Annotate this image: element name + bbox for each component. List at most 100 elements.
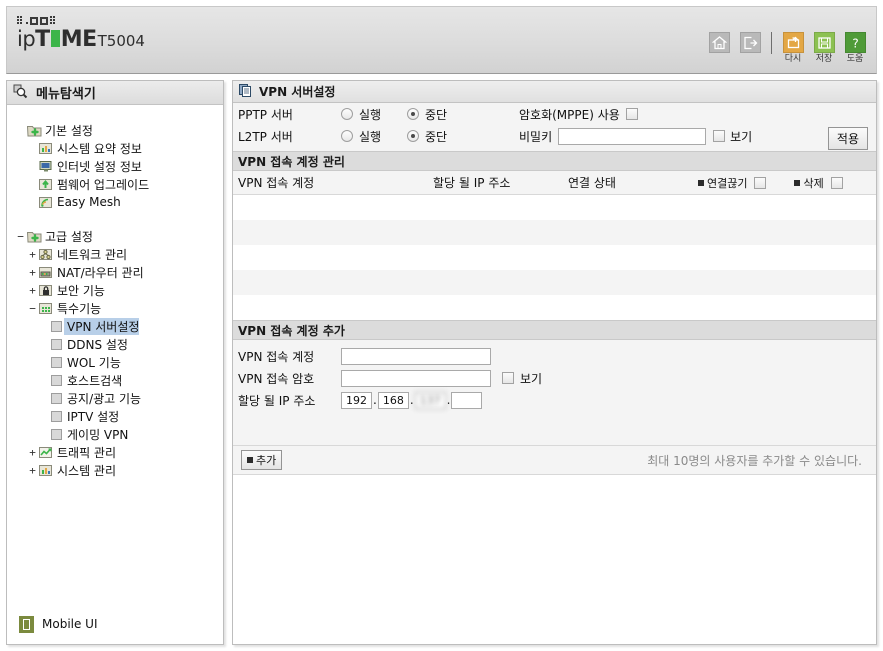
home-icon <box>708 32 730 53</box>
add-button[interactable]: 추가 <box>241 450 283 470</box>
max-users-hint: 최대 10명의 사용자를 추가할 수 있습니다. <box>647 453 862 468</box>
brand-ip: ip <box>17 27 36 51</box>
sidebar-item-12[interactable]: WOL 기능 <box>15 353 223 371</box>
sidebar-item-2[interactable]: 인터넷 설정 정보 <box>15 157 223 175</box>
panel-title: VPN 서버설정 <box>259 85 336 99</box>
l2tp-run-option[interactable]: 실행 <box>341 128 407 145</box>
expand-icon[interactable]: + <box>27 249 38 260</box>
account-add-section-title: VPN 접속 계정 추가 <box>238 323 345 338</box>
sidebar-item-0[interactable]: 기본 설정 <box>15 121 223 139</box>
delete-label: 삭제 <box>803 176 824 190</box>
l2tp-run-radio[interactable] <box>341 130 353 142</box>
brand-logo: ip T ME T5004 <box>17 13 145 54</box>
delete-all-checkbox[interactable] <box>830 176 843 189</box>
sidebar-item-label: VPN 서버설정 <box>64 317 140 335</box>
ip-octet3-input[interactable] <box>414 391 446 409</box>
router-icon <box>38 266 54 279</box>
help-button[interactable]: ? 도움 <box>842 32 868 64</box>
leaf-icon <box>48 410 64 422</box>
table-row[interactable] <box>233 220 876 245</box>
leaf-icon <box>48 428 64 440</box>
account-table-body <box>233 195 876 320</box>
password-show-checkbox[interactable] <box>502 372 514 384</box>
home-button[interactable] <box>706 32 732 54</box>
leaf-icon <box>48 320 64 332</box>
sidebar-item-11[interactable]: DDNS 설정 <box>15 335 223 353</box>
table-row[interactable] <box>233 270 876 295</box>
delete-bullet-icon <box>794 179 801 186</box>
sidebar-item-label: 게이밍 VPN <box>67 427 129 442</box>
brand-wordmark: ip T ME T5004 <box>17 26 145 54</box>
mobile-ui-link[interactable]: Mobile UI <box>7 604 223 644</box>
table-row[interactable] <box>233 295 876 320</box>
pptp-stop-radio[interactable] <box>407 108 419 120</box>
disconnect-button[interactable]: 연결끊기 <box>698 175 747 191</box>
account-table-header: VPN 접속 계정 할당 될 IP 주소 연결 상태 연결끊기 삭제 <box>233 171 876 195</box>
sidebar-item-18[interactable]: + 시스템 관리 <box>15 461 223 479</box>
expand-icon[interactable]: + <box>27 267 38 278</box>
sidebar-item-1[interactable]: 시스템 요약 정보 <box>15 139 223 157</box>
expand-icon[interactable]: + <box>27 285 38 296</box>
sidebar-item-7[interactable]: + NAT/라우터 관리 <box>15 263 223 281</box>
expand-icon[interactable]: + <box>27 447 38 458</box>
disconnect-bullet-icon <box>698 179 704 186</box>
pptp-stop-option[interactable]: 중단 <box>407 106 473 123</box>
collapse-icon[interactable]: − <box>15 231 26 242</box>
l2tp-stop-radio[interactable] <box>407 130 419 142</box>
sidebar-item-16[interactable]: 게이밍 VPN <box>15 425 223 443</box>
disconnect-all-checkbox[interactable] <box>754 176 767 189</box>
account-add-form: VPN 접속 계정 VPN 접속 암호 보기 할당 될 IP 주소 . . . <box>233 340 876 419</box>
sidebar-item-10[interactable]: VPN 서버설정 <box>15 317 223 335</box>
delete-button[interactable]: 삭제 <box>794 175 824 191</box>
ip-octet2-input[interactable] <box>377 391 409 409</box>
ip-octet1-input[interactable] <box>341 391 372 409</box>
pptp-run-option[interactable]: 실행 <box>341 106 407 123</box>
column-ip-address: 할당 될 IP 주소 <box>433 176 511 190</box>
apply-button[interactable]: 적용 <box>827 127 868 150</box>
l2tp-server-label: L2TP 서버 <box>238 129 293 144</box>
table-row[interactable] <box>233 245 876 270</box>
add-account-input[interactable] <box>341 347 491 365</box>
pptp-server-label: PPTP 서버 <box>238 107 293 122</box>
pptp-run-radio[interactable] <box>341 108 353 120</box>
sidebar-item-14[interactable]: 공지/광고 기능 <box>15 389 223 407</box>
sidebar-item-15[interactable]: IPTV 설정 <box>15 407 223 425</box>
upload-icon <box>38 178 54 191</box>
sidebar-item-label: NAT/라우터 관리 <box>57 265 144 280</box>
restart-icon <box>782 32 804 53</box>
leaf-icon <box>48 338 64 350</box>
collapse-icon[interactable]: − <box>27 303 38 314</box>
table-row[interactable] <box>233 195 876 220</box>
logout-button[interactable] <box>737 32 763 54</box>
sidebar-item-3[interactable]: 펌웨어 업그레이드 <box>15 175 223 193</box>
sidebar-item-8[interactable]: + 보안 기능 <box>15 281 223 299</box>
disconnect-label: 연결끊기 <box>707 176 748 190</box>
folder-plus-icon <box>26 230 42 243</box>
expand-icon[interactable]: + <box>27 465 38 476</box>
mppe-checkbox[interactable] <box>625 108 638 120</box>
ip-octet4-input[interactable] <box>451 391 483 409</box>
sidebar-item-5[interactable]: − 고급 설정 <box>15 227 223 245</box>
secret-key-input[interactable] <box>558 127 707 145</box>
restart-button[interactable]: 다시 <box>780 32 806 64</box>
pptp-run-label: 실행 <box>359 107 382 122</box>
sidebar-item-9[interactable]: − 특수기능 <box>15 299 223 317</box>
restart-label: 다시 <box>784 54 802 64</box>
sidebar-item-label: Easy Mesh <box>57 195 121 209</box>
add-plus-icon <box>247 457 253 463</box>
sidebar-item-17[interactable]: + 트래픽 관리 <box>15 443 223 461</box>
sidebar-item-4[interactable]: Easy Mesh <box>15 193 223 211</box>
mobile-phone-icon <box>19 615 34 633</box>
secret-show-checkbox[interactable] <box>713 130 726 142</box>
brand-me: ME <box>60 27 97 52</box>
lock-icon <box>38 284 54 297</box>
l2tp-stop-option[interactable]: 중단 <box>407 128 473 145</box>
add-password-input[interactable] <box>341 369 491 387</box>
add-ip-label: 할당 될 IP 주소 <box>238 393 316 408</box>
sidebar-item-13[interactable]: 호스트검색 <box>15 371 223 389</box>
sidebar-item-6[interactable]: + 네트워크 관리 <box>15 245 223 263</box>
save-button[interactable]: 저장 <box>811 32 837 64</box>
wifi-icon <box>38 196 54 209</box>
svg-text:?: ? <box>852 36 858 50</box>
grid-icon <box>38 302 54 315</box>
